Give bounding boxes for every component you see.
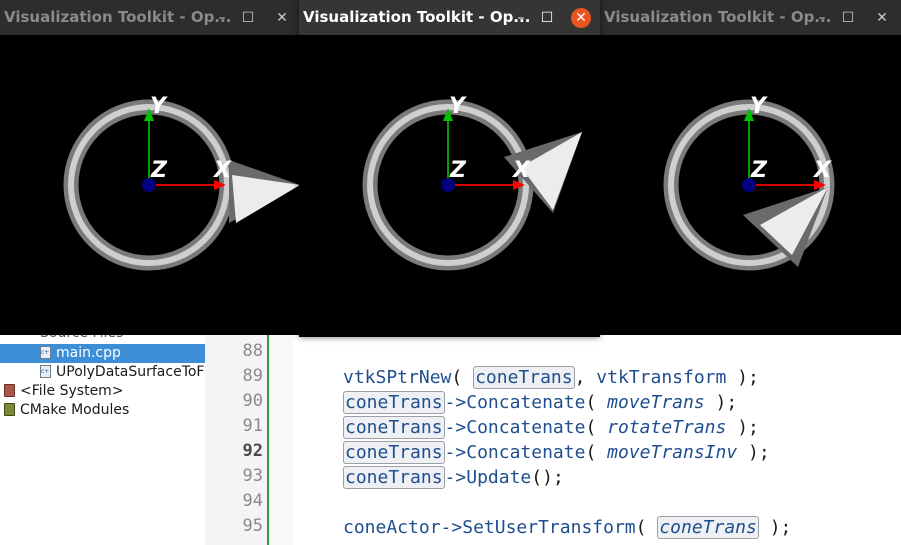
tree-item-label: CMake Modules [20,402,130,418]
code-token: -> [444,417,467,438]
z-axis-label: Z [150,158,168,183]
highlighted-symbol: coneTrans [343,441,445,464]
project-tree: Source Files main.cpp UPolyDataSurfaceTo… [0,325,206,545]
x-axis-label: X [812,158,832,183]
code-token: Update [466,467,532,488]
code-token: ); [758,517,792,538]
code-token: vtkSPtrNew [343,367,452,388]
tree-item-main-cpp[interactable]: main.cpp [0,344,205,363]
window-title: Visualization Toolkit - Op... [303,8,531,26]
tree-item-upolydata[interactable]: UPolyDataSurfaceToF [40,363,205,382]
line-number: 93 [242,466,263,486]
vtk-scene: Y Z X [63,94,300,271]
code-line-95[interactable]: coneActor->SetUserTransform( coneTrans )… [343,515,791,540]
code-token: Concatenate [466,392,586,413]
code-token: SetUserTransform [462,517,636,538]
code-line-92[interactable]: coneTrans ->Concatenate( moveTransInv ); [343,440,770,465]
window-titlebar[interactable]: Visualization Toolkit - Op... – ☐ ✕ [0,0,300,35]
line-number: 89 [242,366,263,386]
code-token: ); [737,442,770,463]
code-editor[interactable]: vtkSPtrNew( coneTrans, vtkTransform ); c… [293,330,901,545]
code-token: Concatenate [466,417,586,438]
code-line-93[interactable]: coneTrans ->Update(); [343,465,564,490]
vtk-window-3[interactable]: Visualization Toolkit - Op... – ☐ ✕ Y Z … [600,0,901,335]
line-number-gutter: 88 89 90 91 92 93 94 95 [205,330,269,545]
y-axis-label: Y [750,94,768,119]
y-axis-label: Y [150,94,168,119]
maximize-button[interactable]: ☐ [238,8,258,28]
window-titlebar[interactable]: Visualization Toolkit - Op... – ☐ ✕ [299,0,600,35]
vtk-window-1[interactable]: Visualization Toolkit - Op... – ☐ ✕ Y Z … [0,0,300,335]
render-viewport[interactable]: Y Z X [299,35,600,337]
minimize-button[interactable]: – [812,8,832,28]
line-number: 95 [242,516,263,536]
code-token: Concatenate [466,442,586,463]
code-token: vtkTransform [596,367,727,388]
code-line-91[interactable]: coneTrans ->Concatenate( rotateTrans ); [343,415,759,440]
highlighted-symbol: coneTrans [343,391,445,414]
code-token: ( [585,392,608,413]
editor-margin [269,330,293,545]
code-token: ( [635,517,658,538]
code-token: (); [531,467,564,488]
tree-item-label: UPolyDataSurfaceToF [56,364,205,380]
maximize-button[interactable]: ☐ [537,8,557,28]
code-token: ( [585,442,608,463]
line-number: 94 [242,491,263,511]
filesystem-icon [4,384,15,397]
tree-item-label: <File System> [20,383,124,399]
code-token: ( [585,417,608,438]
vtk-scene: Y Z X [663,94,835,271]
cpp-file-icon [40,365,51,378]
highlighted-symbol: coneTrans [657,516,759,539]
minimize-button[interactable]: – [511,8,531,28]
code-token: -> [440,517,463,538]
code-token: -> [444,467,467,488]
render-viewport[interactable]: Y Z X [600,35,901,335]
code-token: ( [451,367,474,388]
tree-item-label: main.cpp [56,345,121,361]
window-title: Visualization Toolkit - Op... [4,8,232,26]
code-token: moveTransInv [607,442,738,463]
z-axis-label: Z [750,158,768,183]
code-token: ); [726,417,759,438]
highlighted-symbol: coneTrans [473,366,575,389]
vtk-window-2-active[interactable]: Visualization Toolkit - Op... – ☐ ✕ Y Z … [299,0,600,337]
code-token: , [574,367,597,388]
highlighted-symbol: coneTrans [343,416,445,439]
close-button[interactable]: ✕ [571,8,591,28]
window-titlebar[interactable]: Visualization Toolkit - Op... – ☐ ✕ [600,0,901,35]
minimize-button[interactable]: – [212,8,232,28]
close-button[interactable]: ✕ [872,8,892,28]
code-token: ); [704,392,738,413]
line-number: 88 [242,341,263,361]
close-button[interactable]: ✕ [272,8,292,28]
cmake-modules-icon [4,403,15,416]
vtk-scene: Y Z X [362,94,582,271]
tree-item-cmake-modules[interactable]: CMake Modules [4,401,204,420]
code-token: ); [726,367,759,388]
z-axis-label: Z [449,158,467,183]
line-number: 91 [242,416,263,436]
code-token: -> [444,392,467,413]
line-number-current: 92 [242,441,263,461]
code-line-90[interactable]: coneTrans ->Concatenate( moveTrans ); [343,390,737,415]
y-axis-label: Y [449,94,467,119]
x-axis-label: X [212,158,232,183]
maximize-button[interactable]: ☐ [838,8,858,28]
code-token: coneActor [343,517,441,538]
window-title: Visualization Toolkit - Op... [604,8,832,26]
tree-item-file-system[interactable]: <File System> [4,382,204,401]
render-viewport[interactable]: Y Z X [0,35,300,335]
cpp-file-icon [40,346,51,359]
code-token: rotateTrans [607,417,727,438]
code-token: -> [444,442,467,463]
code-token: moveTrans [607,392,705,413]
code-line-89[interactable]: vtkSPtrNew( coneTrans, vtkTransform ); [343,365,759,390]
x-axis-label: X [511,158,531,183]
highlighted-symbol: coneTrans [343,466,445,489]
line-number: 90 [242,391,263,411]
